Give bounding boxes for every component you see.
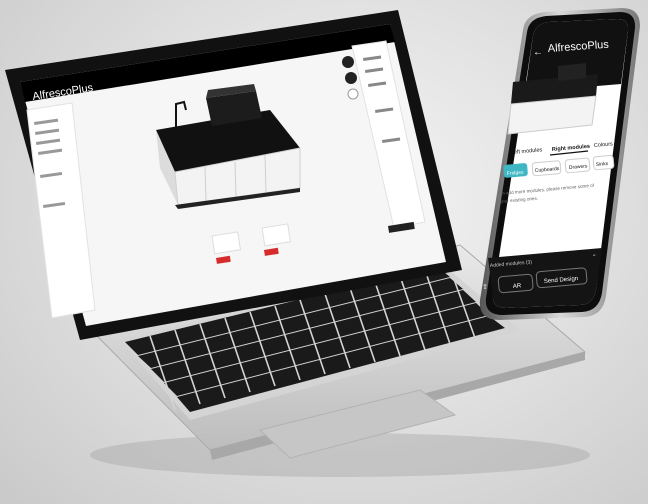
chevron-up-icon[interactable]: ⌃ xyxy=(592,254,598,261)
back-arrow-icon[interactable]: ← xyxy=(533,47,543,58)
svg-text:AR: AR xyxy=(513,283,522,290)
share-icon[interactable]: ⇧ xyxy=(482,283,488,291)
scene: AlfrescoPlus AlfrescoPlus ← Left modules… xyxy=(5,8,640,477)
phone: AlfrescoPlus ← Left modules Right module… xyxy=(479,8,640,320)
svg-text:Sinks: Sinks xyxy=(596,161,609,168)
